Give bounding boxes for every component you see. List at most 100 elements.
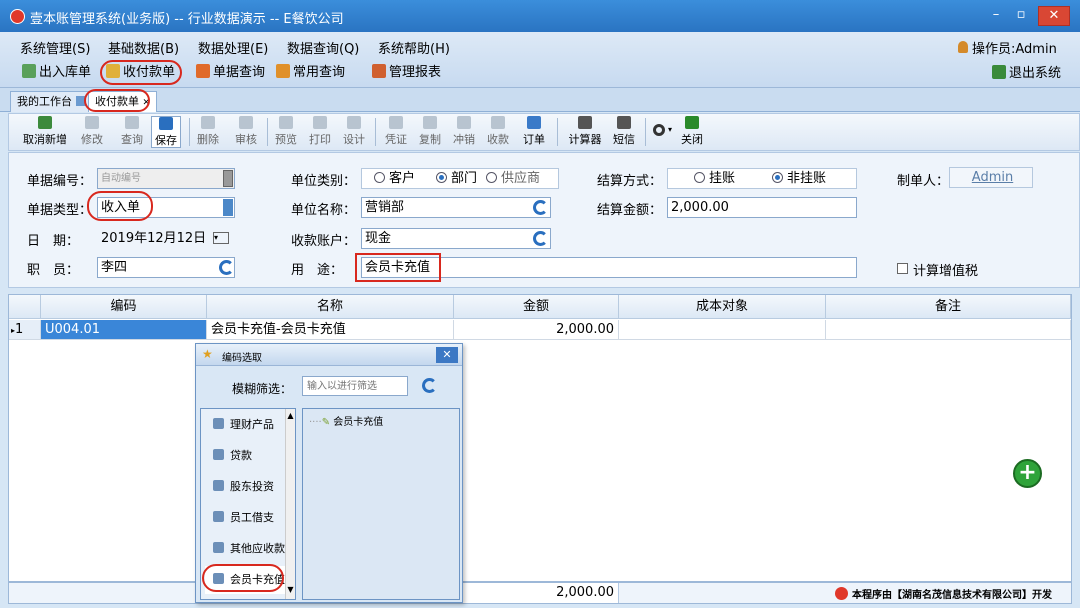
- column-header-cost[interactable]: 成本对象: [619, 295, 826, 319]
- staff-field[interactable]: 李四: [97, 257, 235, 278]
- add-row-button[interactable]: +: [1013, 459, 1042, 488]
- filter-input[interactable]: [302, 376, 408, 396]
- radio-not-on-account[interactable]: 非挂账: [772, 169, 826, 188]
- design-button[interactable]: 设计: [341, 116, 367, 148]
- tree-item[interactable]: ····✎ 会员卡充值: [309, 413, 383, 428]
- vat-label: 计算增值税: [913, 264, 979, 279]
- amount-field[interactable]: 2,000.00: [667, 197, 857, 218]
- refresh-icon[interactable]: [422, 378, 437, 393]
- maximize-button[interactable]: ▫: [1010, 6, 1032, 26]
- delete-button[interactable]: 删除: [195, 116, 221, 148]
- list-item[interactable]: 其他应收款: [205, 535, 287, 563]
- grid-corner: [9, 295, 41, 319]
- dialog-title-bar: ★ 编码选取 ✕: [196, 344, 462, 366]
- preview-icon: [279, 116, 293, 129]
- highlight-ring-payment: [100, 60, 182, 85]
- staff-label: 职 员：: [27, 263, 80, 278]
- calendar-icon[interactable]: ▾: [213, 232, 229, 244]
- menu-help[interactable]: 系统帮助(H): [378, 38, 450, 57]
- quick-common-query[interactable]: 常用查询: [276, 62, 345, 84]
- minimize-button[interactable]: –: [985, 6, 1007, 26]
- folder-icon: [213, 511, 224, 522]
- doc-no-label: 单据编号：: [27, 174, 93, 189]
- scroll-down-icon[interactable]: ▼: [286, 585, 295, 594]
- code-tree: ····✎ 会员卡充值: [302, 408, 460, 600]
- list-item[interactable]: 贷款: [205, 442, 287, 470]
- radio-department[interactable]: 部门: [436, 169, 477, 188]
- account-field[interactable]: 现金: [361, 228, 551, 249]
- refresh-icon[interactable]: [533, 231, 548, 246]
- radio-customer[interactable]: 客户: [374, 169, 415, 188]
- printer-icon: [313, 116, 327, 129]
- exit-door-icon: [685, 116, 699, 129]
- voucher-button[interactable]: 凭证: [383, 116, 409, 148]
- column-header-code[interactable]: 编码: [41, 295, 207, 319]
- refresh-icon[interactable]: [533, 200, 548, 215]
- maker-value: Admin: [949, 167, 1033, 188]
- cell-name[interactable]: 会员卡充值-会员卡充值: [207, 320, 454, 340]
- close-page-button[interactable]: 关闭: [679, 116, 705, 148]
- chevron-down-icon[interactable]: ▾: [668, 125, 672, 134]
- menu-data-process[interactable]: 数据处理(E): [198, 38, 268, 57]
- tag-icon: ✎: [321, 417, 331, 428]
- quick-stock-bill[interactable]: 出入库单: [22, 62, 91, 84]
- exit-icon: [992, 65, 1006, 79]
- doc-no-dropdown-icon: [223, 170, 233, 187]
- exit-system-button[interactable]: 退出系统: [992, 62, 1061, 81]
- design-icon: [347, 116, 361, 129]
- doc-type-dropdown-icon[interactable]: [223, 199, 233, 216]
- folder-icon: [213, 480, 224, 491]
- radio-on-account[interactable]: 挂账: [694, 169, 735, 188]
- menu-data-query[interactable]: 数据查询(Q): [287, 38, 359, 57]
- list-scrollbar[interactable]: ▲ ▼: [285, 409, 295, 599]
- list-item[interactable]: 股东投资: [205, 473, 287, 501]
- scroll-up-icon[interactable]: ▲: [286, 411, 295, 420]
- date-label: 日 期：: [27, 234, 80, 249]
- column-header-amount[interactable]: 金额: [454, 295, 619, 319]
- cell-code[interactable]: U004.01: [41, 320, 207, 340]
- save-button[interactable]: 保存: [151, 116, 181, 148]
- column-header-name[interactable]: 名称: [207, 295, 454, 319]
- list-item[interactable]: 理财产品: [205, 411, 287, 439]
- refresh-icon[interactable]: [219, 260, 234, 275]
- list-item[interactable]: 员工借支: [205, 504, 287, 532]
- doc-type-label: 单据类型：: [27, 203, 93, 218]
- doc-no-field: 自动编号: [97, 168, 235, 189]
- sms-button[interactable]: 短信: [611, 116, 637, 148]
- report-icon: [372, 64, 386, 78]
- close-window-button[interactable]: ✕: [1038, 6, 1070, 26]
- vat-checkbox[interactable]: [897, 263, 908, 274]
- order-button[interactable]: 订单: [521, 116, 547, 148]
- settings-icon[interactable]: [653, 124, 665, 136]
- reverse-icon: [457, 116, 471, 129]
- receive-button[interactable]: 收款: [485, 116, 511, 148]
- audit-button[interactable]: 审核: [233, 116, 259, 148]
- copy-button[interactable]: 复制: [417, 116, 443, 148]
- unit-name-field[interactable]: 营销部: [361, 197, 551, 218]
- quick-bill-query[interactable]: 单据查询: [196, 62, 265, 84]
- highlight-ring-tab: [84, 89, 150, 112]
- dialog-close-button[interactable]: ✕: [436, 347, 458, 363]
- tab-workbench[interactable]: 我的工作台: [10, 91, 93, 112]
- chart-icon: [276, 64, 290, 78]
- menu-basic-data[interactable]: 基础数据(B): [108, 38, 179, 57]
- edit-button[interactable]: 修改: [79, 116, 105, 148]
- preview-button[interactable]: 预览: [273, 116, 299, 148]
- account-label: 收款账户：: [291, 234, 357, 249]
- total-amount: 2,000.00: [454, 583, 619, 603]
- print-button[interactable]: 打印: [307, 116, 333, 148]
- menu-system[interactable]: 系统管理(S): [20, 38, 90, 57]
- reverse-button[interactable]: 冲销: [451, 116, 477, 148]
- cancel-new-button[interactable]: 取消新增: [21, 116, 69, 148]
- grid-footer: 2,000.00 本程序由【湖南名茂信息技术有限公司】开发: [8, 582, 1072, 604]
- quick-mgmt-report[interactable]: 管理报表: [372, 62, 441, 84]
- cell-amount[interactable]: 2,000.00: [454, 320, 619, 340]
- cell-cost[interactable]: [619, 320, 826, 340]
- column-header-note[interactable]: 备注: [826, 295, 1071, 319]
- floppy-icon: [159, 117, 173, 130]
- cell-note[interactable]: [826, 320, 1071, 340]
- calculator-button[interactable]: 计算器: [565, 116, 605, 148]
- query-button[interactable]: 查询: [119, 116, 145, 148]
- radio-supplier[interactable]: 供应商: [486, 169, 540, 188]
- settle-group: 挂账 非挂账: [667, 168, 857, 189]
